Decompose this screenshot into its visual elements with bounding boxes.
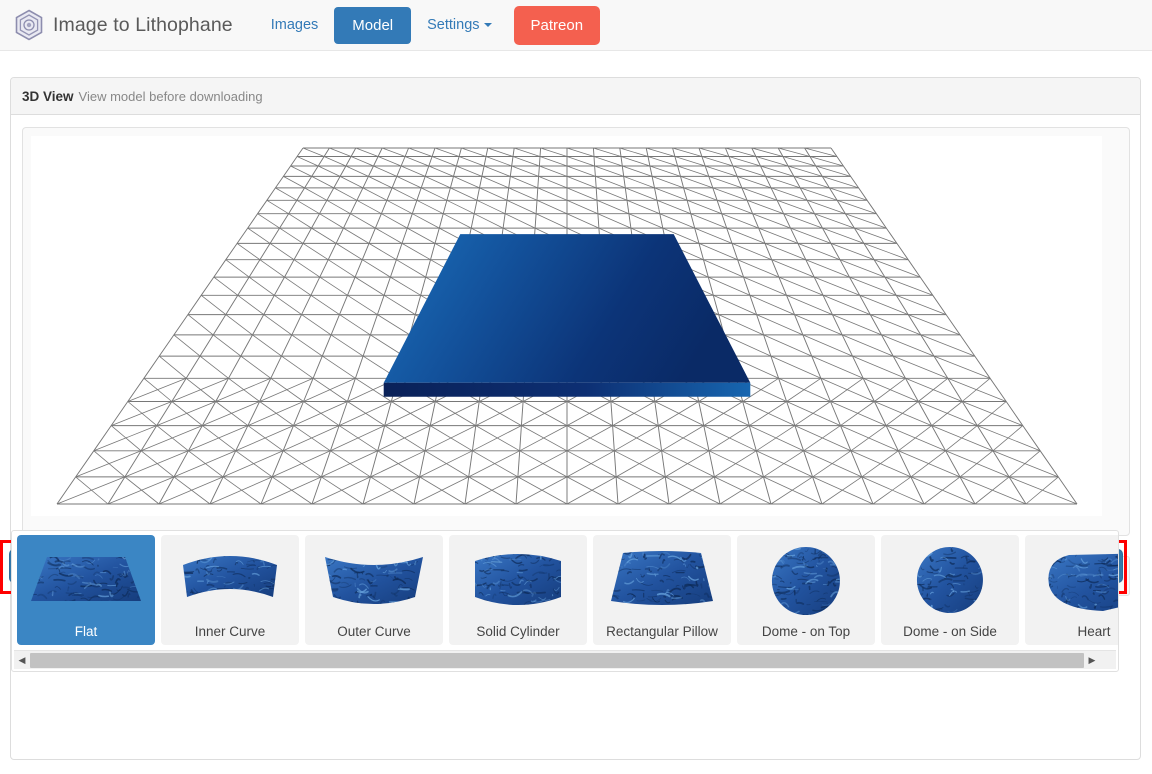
shape-option-rectangular-pillow[interactable]: Rectangular Pillow (593, 535, 731, 645)
shape-option-outer-curve[interactable]: Outer Curve (305, 535, 443, 645)
shape-option-solid-cylinder[interactable]: Solid Cylinder (449, 535, 587, 645)
brand-title: Image to Lithophane (53, 13, 233, 36)
hexagon-logo-icon (14, 9, 44, 41)
shape-option-label: Dome - on Side (903, 624, 997, 639)
nav-item-model[interactable]: Model (334, 6, 412, 44)
shape-option-label: Rectangular Pillow (606, 624, 718, 639)
shape-carousel[interactable]: Flat Inner Curve Outer Curve Solid Cylinder… (11, 530, 1119, 672)
shape-option-label: Solid Cylinder (476, 624, 560, 639)
panel-header: 3D View View model before downloading (11, 78, 1140, 115)
scrollbar-thumb[interactable] (30, 652, 1084, 668)
horizontal-scrollbar[interactable]: ◀ ▶ (14, 650, 1116, 669)
lithophane-model (383, 234, 751, 397)
shape-option-flat[interactable]: Flat (17, 535, 155, 645)
scroll-left-arrow-icon[interactable]: ◀ (14, 651, 30, 669)
page-title: 3D View (22, 88, 74, 104)
shape-option-label: Flat (74, 624, 98, 639)
viewer-card (22, 127, 1130, 536)
shape-option-label: Dome - on Top (761, 624, 851, 639)
shape-option-label: Heart (1077, 624, 1111, 639)
brand-link[interactable]: Image to Lithophane (14, 9, 233, 41)
shape-option-heart[interactable]: Heart (1025, 535, 1118, 645)
navbar: Image to Lithophane Images Model Setting… (0, 0, 1152, 51)
nav-item-settings-label: Settings (427, 17, 480, 33)
model-3d-scene (56, 147, 1078, 505)
shape-option-inner-curve[interactable]: Inner Curve (161, 535, 299, 645)
nav-item-settings[interactable]: Settings (415, 9, 503, 41)
model-3d-canvas[interactable] (31, 136, 1102, 516)
shape-option-dome-on-side[interactable]: Dome - on Side (881, 535, 1019, 645)
shape-option-label: Inner Curve (194, 624, 266, 639)
page-subtitle: View model before downloading (78, 88, 263, 104)
chevron-down-icon (483, 23, 492, 27)
nav-item-images[interactable]: Images (259, 9, 331, 41)
scroll-right-arrow-icon[interactable]: ▶ (1084, 651, 1100, 669)
nav-item-patreon[interactable]: Patreon (513, 5, 601, 45)
shape-carousel-track: Flat Inner Curve Outer Curve Solid Cylinder… (17, 535, 1118, 645)
shape-option-label: Outer Curve (337, 624, 411, 639)
shape-option-dome-on-top[interactable]: Dome - on Top (737, 535, 875, 645)
